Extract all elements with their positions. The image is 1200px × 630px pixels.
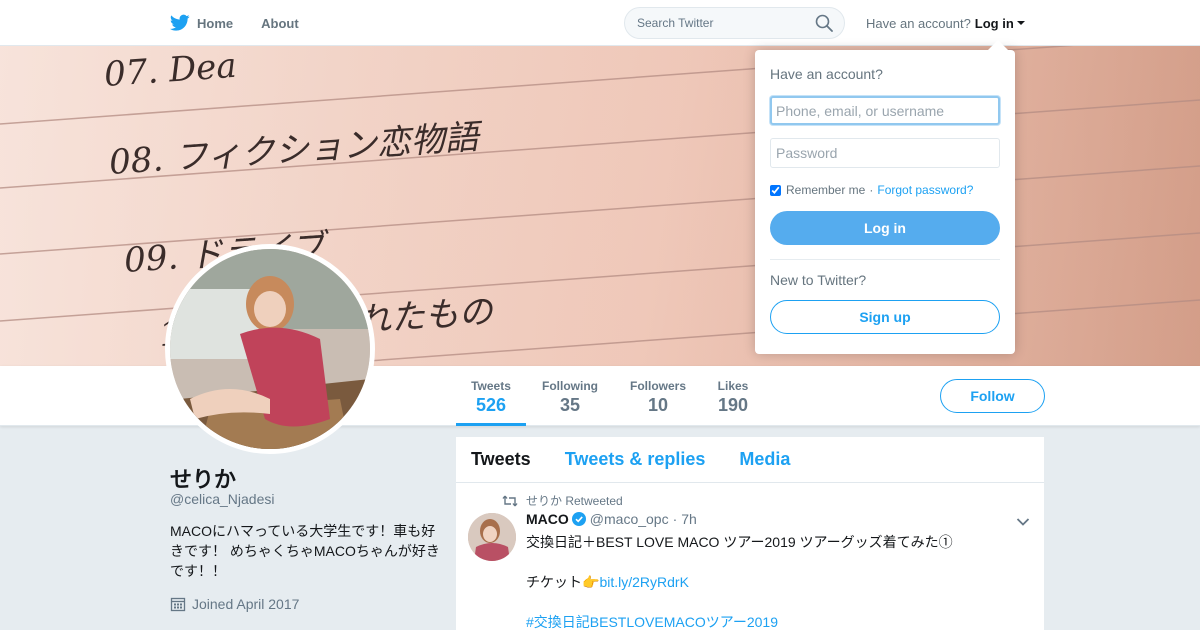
- tweet-line-2-text: チケット: [526, 574, 582, 590]
- stat-tweets-value: 526: [475, 395, 507, 415]
- stat-likes[interactable]: Likes 190: [714, 366, 752, 426]
- new-to-twitter: New to Twitter?: [770, 272, 867, 288]
- profile-bio: MACOにハマっている大学生です！車も好きです！ めちゃくちゃMACOちゃんが好…: [170, 523, 440, 579]
- stat-following-value: 35: [559, 395, 581, 415]
- tweet-author-handle[interactable]: @maco_opc: [590, 511, 669, 527]
- retweeted-by: せりか Retweeted: [526, 494, 623, 508]
- login-dropdown: Have an account? Remember me · Forgot pa…: [755, 50, 1015, 354]
- tweet-separator: ·: [672, 511, 678, 527]
- username-input[interactable]: [770, 96, 1000, 125]
- remember-me-checkbox[interactable]: [770, 184, 781, 196]
- remember-me[interactable]: Remember me · Forgot password?: [770, 183, 1000, 197]
- signup-button[interactable]: Sign up: [770, 300, 1000, 334]
- tweet-avatar[interactable]: [468, 513, 516, 561]
- stat-followers-label: Followers: [629, 379, 686, 393]
- tweet-author-name[interactable]: MACO: [526, 511, 569, 527]
- twitter-bird-icon: [170, 14, 190, 31]
- search-icon[interactable]: [815, 14, 833, 32]
- tweet-avatar-photo: [468, 513, 516, 561]
- nav-about[interactable]: About: [261, 16, 299, 31]
- tweet-text: 交換日記＋BEST LOVE MACO ツアー2019 ツアーグッズ着てみた① …: [526, 532, 1026, 630]
- nav-left: Home About: [170, 0, 327, 46]
- caret-down-icon: [1016, 21, 1025, 25]
- tweet-link[interactable]: bit.ly/2RyRdrK: [599, 574, 688, 590]
- remember-separator: ·: [869, 183, 874, 197]
- profile-avatar[interactable]: [165, 244, 375, 454]
- tweet-line-1: 交換日記＋BEST LOVE MACO ツアー2019 ツアーグッズ着てみた①: [526, 534, 953, 550]
- have-account-text: Have an account?: [866, 15, 971, 31]
- tweet-header: MACO @maco_opc · 7h: [526, 511, 697, 527]
- retweet-context: せりか Retweeted: [502, 492, 623, 509]
- nav-home-label: Home: [197, 15, 234, 31]
- tweet-time[interactable]: 7h: [681, 511, 697, 527]
- top-nav: Home About Have an account? Log in: [0, 0, 1200, 46]
- tweet-hashtag[interactable]: #交換日記BESTLOVEMACOツアー2019: [526, 612, 1026, 630]
- nav-about-label: About: [261, 15, 299, 31]
- stat-followers-value: 10: [647, 395, 669, 415]
- dropdown-arrow: [988, 40, 1008, 50]
- stat-likes-label: Likes: [717, 379, 749, 393]
- profile-handle[interactable]: @celica_Njadesi: [170, 491, 274, 507]
- tweet[interactable]: せりか Retweeted MACO @maco_opc · 7h 交換日記＋B…: [456, 437, 1044, 630]
- stat-tweets[interactable]: Tweets 526: [456, 366, 526, 426]
- retweet-icon: [502, 495, 518, 506]
- forgot-password-link[interactable]: Forgot password?: [877, 183, 973, 197]
- login-link-label: Log in: [974, 15, 1014, 31]
- follow-button[interactable]: Follow: [940, 379, 1045, 413]
- profile-name[interactable]: せりか: [170, 462, 236, 494]
- avatar-photo: [170, 249, 370, 449]
- stat-likes-value: 190: [717, 395, 749, 415]
- pointing-hand-emoji: 👉: [582, 574, 600, 590]
- stat-tweets-label: Tweets: [471, 379, 511, 393]
- chevron-down-icon[interactable]: [1016, 517, 1030, 527]
- verified-badge-icon: [571, 512, 586, 526]
- search-input[interactable]: [624, 7, 845, 39]
- nav-home[interactable]: Home: [170, 14, 233, 32]
- profile-joined: Joined April 2017: [170, 596, 299, 612]
- stat-following-label: Following: [542, 379, 598, 393]
- password-input[interactable]: [770, 138, 1000, 168]
- stat-following[interactable]: Following 35: [540, 366, 600, 426]
- remember-me-label: Remember me: [786, 183, 866, 197]
- login-button[interactable]: Log in: [770, 211, 1000, 245]
- dropdown-divider: [770, 259, 1000, 260]
- login-dropdown-toggle[interactable]: Log in: [975, 16, 1025, 31]
- joined-text: Joined April 2017: [192, 596, 300, 612]
- stat-followers[interactable]: Followers 10: [628, 366, 688, 426]
- calendar-icon: [170, 597, 186, 612]
- tweet-line-2: チケット👉bit.ly/2RyRdrK: [526, 572, 1026, 592]
- dropdown-title: Have an account?: [770, 66, 883, 82]
